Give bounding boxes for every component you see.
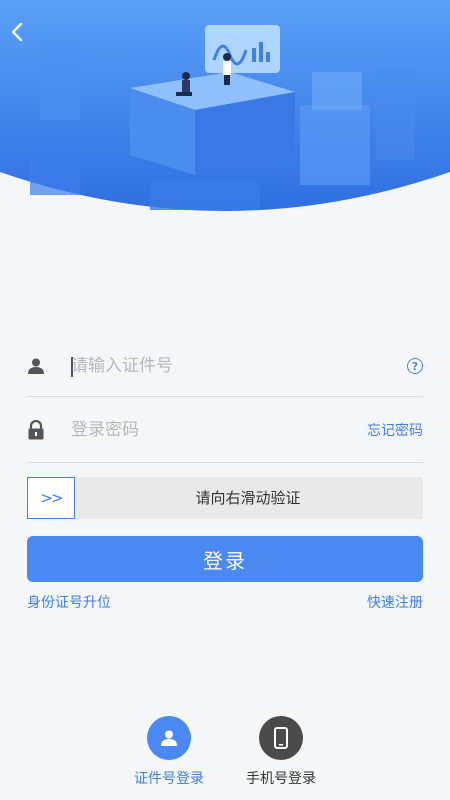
question-circle-icon[interactable]: ? bbox=[407, 358, 423, 374]
phone-login-label: 手机号登录 bbox=[246, 771, 316, 787]
double-chevron-right-icon: >> bbox=[40, 489, 63, 507]
password-field: 忘记密码 bbox=[27, 397, 423, 463]
chevron-left-icon bbox=[11, 22, 23, 42]
back-button[interactable] bbox=[10, 22, 36, 48]
user-icon bbox=[27, 357, 55, 375]
phone-login-option[interactable]: 手机号登录 bbox=[236, 716, 326, 788]
phone-icon bbox=[259, 716, 303, 760]
id-upgrade-link[interactable]: 身份证号升位 bbox=[27, 592, 111, 612]
slide-verify: >> 请向右滑动验证 bbox=[27, 477, 423, 519]
login-form: ? 忘记密码 bbox=[27, 336, 423, 463]
login-button[interactable]: 登录 bbox=[27, 536, 423, 582]
user-icon bbox=[147, 716, 191, 760]
slider-handle[interactable]: >> bbox=[27, 477, 75, 519]
id-number-field: ? bbox=[27, 336, 423, 397]
id-login-label: 证件号登录 bbox=[134, 771, 204, 787]
password-input[interactable] bbox=[71, 419, 341, 440]
quick-register-link[interactable]: 快速注册 bbox=[367, 592, 423, 612]
forgot-password-link[interactable]: 忘记密码 bbox=[367, 423, 423, 439]
header-illustration bbox=[0, 0, 450, 211]
header-banner bbox=[0, 0, 450, 215]
id-number-input[interactable] bbox=[71, 356, 341, 376]
text-cursor bbox=[71, 357, 73, 377]
slider-label: 请向右滑动验证 bbox=[195, 489, 301, 507]
id-login-option[interactable]: 证件号登录 bbox=[124, 716, 214, 788]
lock-icon bbox=[27, 419, 55, 440]
